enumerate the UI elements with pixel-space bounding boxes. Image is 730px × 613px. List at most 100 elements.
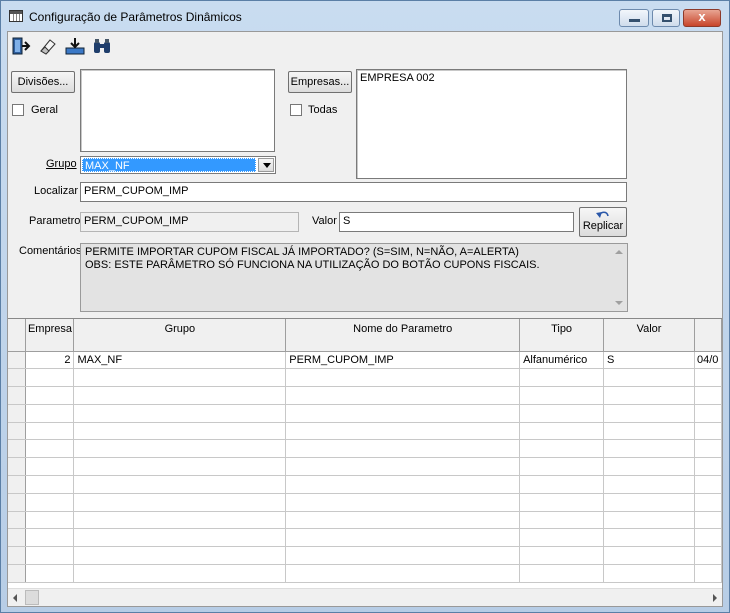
grid-cell[interactable] xyxy=(519,404,605,423)
table-row[interactable] xyxy=(8,475,722,494)
grid-cell[interactable] xyxy=(73,475,287,494)
scroll-down-icon[interactable] xyxy=(615,301,623,305)
grid-cell[interactable] xyxy=(73,404,287,423)
table-row[interactable] xyxy=(8,546,722,566)
scroll-thumb[interactable] xyxy=(25,590,39,605)
horizontal-scrollbar[interactable] xyxy=(8,588,722,606)
localizar-input[interactable]: PERM_CUPOM_IMP xyxy=(80,182,627,202)
table-row[interactable] xyxy=(8,528,722,548)
column-header-nome[interactable]: Nome do Parametro xyxy=(285,319,521,352)
grid-cell[interactable] xyxy=(519,475,605,494)
row-indicator[interactable] xyxy=(8,475,27,494)
cell-tipo[interactable]: Alfanumérico xyxy=(519,351,605,370)
grid-cell[interactable] xyxy=(603,368,695,388)
column-header-valor[interactable]: Valor xyxy=(603,319,695,352)
grid-cell[interactable] xyxy=(519,564,605,583)
grid-cell[interactable] xyxy=(519,457,605,477)
grid-cell[interactable] xyxy=(25,386,75,405)
grid-cell[interactable] xyxy=(73,511,287,530)
table-row[interactable] xyxy=(8,493,722,512)
grid-cell[interactable] xyxy=(519,511,605,530)
grid-cell[interactable] xyxy=(285,564,521,583)
column-header-grupo[interactable]: Grupo xyxy=(73,319,287,352)
table-row[interactable] xyxy=(8,368,722,388)
clear-button[interactable] xyxy=(35,34,60,58)
table-row[interactable] xyxy=(8,511,722,530)
grid-cell[interactable] xyxy=(285,422,521,441)
grid-cell[interactable] xyxy=(25,475,75,494)
geral-checkbox[interactable] xyxy=(12,104,24,116)
grid-cell[interactable] xyxy=(603,457,695,477)
grid-cell[interactable] xyxy=(519,439,605,459)
grid-cell[interactable] xyxy=(73,439,287,459)
grid-cell[interactable] xyxy=(285,546,521,566)
grid-cell[interactable] xyxy=(285,457,521,477)
table-row[interactable] xyxy=(8,422,722,441)
grid-cell[interactable] xyxy=(603,511,695,530)
grid-cell[interactable] xyxy=(694,368,722,388)
grid-cell[interactable] xyxy=(694,457,722,477)
grid-cell[interactable] xyxy=(694,422,722,441)
grid-cell[interactable] xyxy=(694,511,722,530)
grid-cell[interactable] xyxy=(25,439,75,459)
table-row[interactable] xyxy=(8,404,722,423)
replicar-button[interactable]: Replicar xyxy=(579,207,627,237)
grid-cell[interactable] xyxy=(519,386,605,405)
empresas-button[interactable]: Empresas... xyxy=(288,71,352,93)
grid-cell[interactable] xyxy=(603,528,695,548)
row-indicator[interactable] xyxy=(8,546,27,566)
row-indicator[interactable] xyxy=(8,368,27,388)
column-header-extra[interactable] xyxy=(694,319,722,352)
grid-cell[interactable] xyxy=(25,528,75,548)
valor-input[interactable]: S xyxy=(339,212,574,232)
grid-cell[interactable] xyxy=(25,493,75,512)
grid-cell[interactable] xyxy=(285,386,521,405)
cell-valor[interactable]: S xyxy=(603,351,695,370)
search-button[interactable] xyxy=(89,34,114,58)
grid-cell[interactable] xyxy=(694,404,722,423)
grid-cell[interactable] xyxy=(603,493,695,512)
grid-cell[interactable] xyxy=(73,546,287,566)
grid-cell[interactable] xyxy=(603,439,695,459)
row-indicator[interactable] xyxy=(8,351,27,370)
grid-cell[interactable] xyxy=(694,546,722,566)
row-indicator[interactable] xyxy=(8,528,27,548)
divisoes-button[interactable]: Divisões... xyxy=(11,71,75,93)
grid-cell[interactable] xyxy=(285,475,521,494)
grid-cell[interactable] xyxy=(25,422,75,441)
grid-cell[interactable] xyxy=(285,439,521,459)
scroll-up-icon[interactable] xyxy=(615,250,623,254)
grid-cell[interactable] xyxy=(73,528,287,548)
grid-cell[interactable] xyxy=(285,368,521,388)
grid-cell[interactable] xyxy=(603,404,695,423)
grid-cell[interactable] xyxy=(694,564,722,583)
maximize-button[interactable] xyxy=(652,9,680,27)
grid-cell[interactable] xyxy=(694,386,722,405)
grid-cell[interactable] xyxy=(25,368,75,388)
grid-cell[interactable] xyxy=(603,386,695,405)
minimize-button[interactable] xyxy=(619,9,649,27)
column-header-empresa[interactable]: Empresa xyxy=(25,319,75,352)
table-row[interactable] xyxy=(8,564,722,583)
grid-cell[interactable] xyxy=(25,457,75,477)
grid-cell[interactable] xyxy=(25,511,75,530)
row-indicator[interactable] xyxy=(8,564,27,583)
grid-cell[interactable] xyxy=(694,493,722,512)
grid-cell[interactable] xyxy=(603,422,695,441)
grid-cell[interactable] xyxy=(694,439,722,459)
grid-cell[interactable] xyxy=(519,368,605,388)
grid-cell[interactable] xyxy=(285,511,521,530)
chevron-down-icon[interactable] xyxy=(258,158,274,172)
grid-cell[interactable] xyxy=(25,564,75,583)
row-indicator[interactable] xyxy=(8,457,27,477)
grid-cell[interactable] xyxy=(25,546,75,566)
grid-cell[interactable] xyxy=(73,564,287,583)
table-row[interactable] xyxy=(8,386,722,405)
exit-button[interactable] xyxy=(8,34,33,58)
grid-cell[interactable] xyxy=(285,404,521,423)
grid-cell[interactable] xyxy=(73,422,287,441)
grid-cell[interactable] xyxy=(694,528,722,548)
row-indicator[interactable] xyxy=(8,422,27,441)
scroll-right-icon[interactable] xyxy=(713,594,717,602)
grid-cell[interactable] xyxy=(519,546,605,566)
